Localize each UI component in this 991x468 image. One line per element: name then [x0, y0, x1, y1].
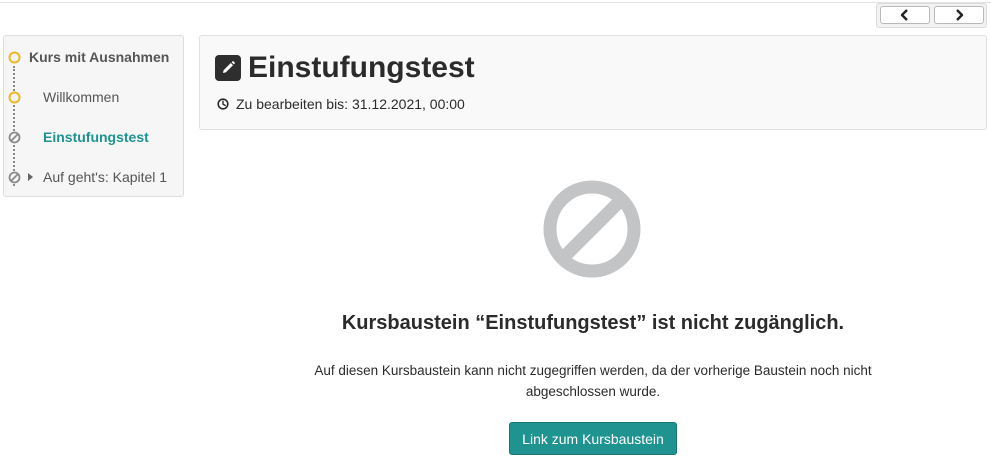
- menu-item-course-root[interactable]: Kurs mit Ausnahmen: [4, 46, 185, 68]
- course-node-header: Einstufungstest Zu bearbeiten bis: 31.12…: [199, 35, 987, 130]
- menu-item-label: Auf geht's: Kapitel 1: [43, 169, 168, 185]
- menu-item-label: Einstufungstest: [43, 129, 149, 145]
- menu-item-label: Willkommen: [43, 89, 120, 105]
- access-denied-title: Kursbaustein “Einstufungstest” ist nicht…: [341, 312, 845, 334]
- edit-icon: [215, 55, 241, 81]
- previous-button[interactable]: [880, 6, 930, 24]
- clock-icon: [217, 98, 229, 110]
- page-title: Einstufungstest: [248, 51, 475, 84]
- menu-item-label: Kurs mit Ausnahmen: [29, 49, 170, 65]
- menu-item-willkommen[interactable]: Willkommen: [4, 86, 185, 108]
- chevron-right-icon: [956, 9, 964, 21]
- chevron-left-icon: [900, 9, 908, 21]
- blocked-icon: [543, 180, 641, 278]
- access-denied-description: Auf diesen Kursbaustein kann nicht zugeg…: [314, 363, 872, 399]
- deadline: Zu bearbeiten bis: 31.12.2021, 00:00: [217, 96, 465, 112]
- status-open-icon: [8, 91, 21, 104]
- link-to-course-node-button[interactable]: Link zum Kursbaustein: [509, 422, 677, 455]
- next-button[interactable]: [934, 6, 984, 24]
- menu-item-kapitel-1[interactable]: Auf geht's: Kapitel 1: [4, 166, 185, 188]
- course-menu: Kurs mit Ausnahmen Willkommen Einstufung…: [3, 35, 184, 197]
- deadline-text: Zu bearbeiten bis: 31.12.2021, 00:00: [236, 96, 465, 112]
- status-blocked-icon: [8, 131, 21, 144]
- menu-item-einstufungstest[interactable]: Einstufungstest: [4, 126, 185, 148]
- status-open-icon: [8, 51, 21, 64]
- top-divider: [0, 0, 991, 3]
- status-blocked-icon: [8, 171, 21, 184]
- expand-caret-icon[interactable]: [28, 173, 33, 181]
- course-pager: [876, 3, 987, 28]
